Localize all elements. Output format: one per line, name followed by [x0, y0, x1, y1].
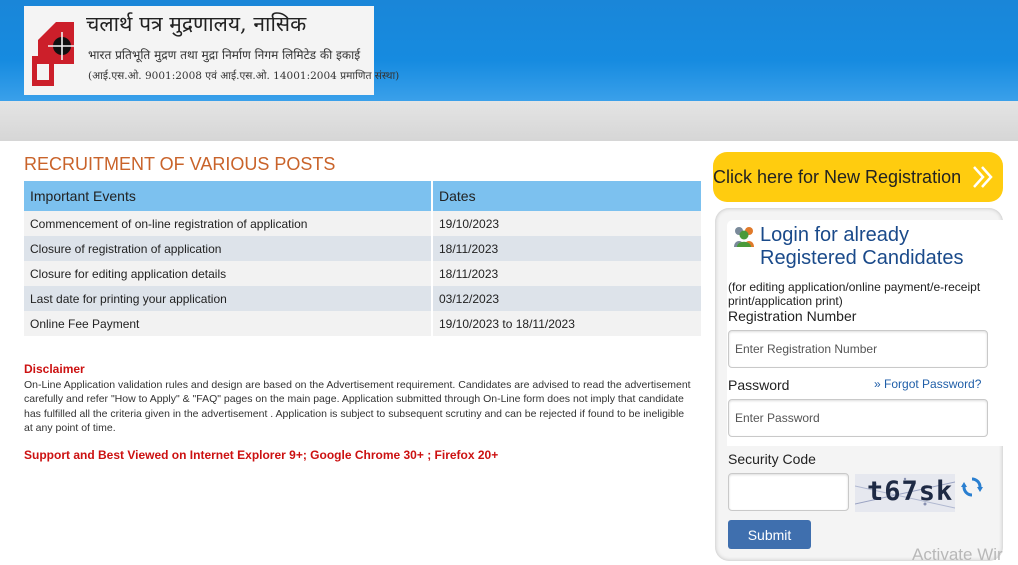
login-heading-line1: Login for already: [760, 224, 909, 246]
table-row: Last date for printing your application …: [24, 286, 703, 311]
table-row: Closure for editing application details …: [24, 261, 703, 286]
new-registration-button[interactable]: Click here for New Registration: [713, 152, 1003, 202]
logo-mark-icon: [28, 12, 84, 88]
login-heading: Login for already Registered Candidates: [760, 224, 963, 270]
activate-windows-watermark: Activate Wir: [912, 545, 1003, 564]
password-input[interactable]: [728, 399, 988, 437]
date-cell: 19/10/2023 to 18/11/2023: [432, 311, 703, 336]
double-chevron-right-icon: [973, 166, 993, 188]
forgot-password-link[interactable]: » Forgot Password?: [874, 377, 981, 391]
logo-subtitle: भारत प्रतिभूति मुद्रण तथा मुद्रा निर्माण…: [88, 48, 361, 62]
disclaimer-text: On-Line Application validation rules and…: [24, 379, 691, 434]
event-cell: Last date for printing your application: [24, 286, 433, 311]
column-header-events: Important Events: [24, 181, 433, 211]
forgot-password-label: Forgot Password?: [884, 377, 982, 391]
column-header-dates: Dates: [432, 181, 703, 211]
security-code-label: Security Code: [728, 451, 816, 467]
table-header-row: Important Events Dates: [24, 181, 703, 211]
event-cell: Online Fee Payment: [24, 311, 433, 336]
date-cell: 03/12/2023: [432, 286, 703, 311]
new-registration-label: Click here for New Registration: [713, 167, 962, 187]
logo-title: चलार्थ पत्र मुद्रणालय, नासिक: [86, 12, 307, 36]
users-icon: [734, 227, 754, 247]
date-cell: 18/11/2023: [432, 236, 703, 261]
header-bar: चलार्थ पत्र मुद्रणालय, नासिक भारत प्रतिभ…: [0, 0, 1018, 101]
password-label: Password: [728, 377, 790, 393]
logo-certification: (आई.एस.ओ. 9001:2008 एवं आई.एस.ओ. 14001:2…: [88, 70, 400, 82]
date-cell: 19/10/2023: [432, 211, 703, 236]
event-cell: Closure of registration of application: [24, 236, 433, 261]
login-heading-line2: Registered Candidates: [760, 247, 964, 269]
disclaimer-heading: Disclaimer: [24, 362, 85, 376]
nav-bar: [0, 101, 1018, 141]
submit-button[interactable]: Submit: [728, 520, 811, 549]
browser-support-note: Support and Best Viewed on Internet Expl…: [24, 448, 499, 462]
double-chevron-right-icon: »: [874, 377, 881, 391]
table-row: Online Fee Payment 19/10/2023 to 18/11/2…: [24, 311, 703, 336]
date-cell: 18/11/2023: [432, 261, 703, 286]
refresh-captcha-icon[interactable]: [961, 476, 983, 498]
registration-number-input[interactable]: [728, 330, 988, 368]
security-code-input[interactable]: [728, 473, 849, 511]
captcha-text: t67sk: [867, 476, 954, 507]
captcha-image: t67sk: [855, 474, 955, 512]
table-row: Closure of registration of application 1…: [24, 236, 703, 261]
table-row: Commencement of on-line registration of …: [24, 211, 703, 236]
page-title: RECRUITMENT OF VARIOUS POSTS: [24, 154, 336, 174]
login-subtitle: (for editing application/online payment/…: [728, 280, 981, 308]
site-logo[interactable]: चलार्थ पत्र मुद्रणालय, नासिक भारत प्रतिभ…: [24, 6, 399, 95]
event-cell: Closure for editing application details: [24, 261, 433, 286]
important-events-table: Important Events Dates Commencement of o…: [24, 181, 703, 336]
registration-number-label: Registration Number: [728, 308, 857, 324]
event-cell: Commencement of on-line registration of …: [24, 211, 433, 236]
